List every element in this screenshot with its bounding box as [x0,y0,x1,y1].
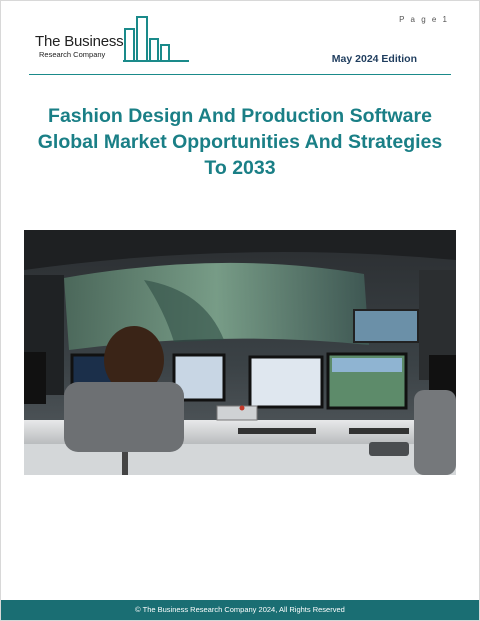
footer-copyright: © The Business Research Company 2024, Al… [1,600,479,620]
report-title-line-3: To 2033 [204,157,276,179]
logo-name-line1: The Business [35,33,124,50]
page-number: P a g e 1 [399,15,449,24]
report-title: Fashion Design And Production Software G… [21,103,459,181]
logo-name-line2: Research Company [39,50,106,59]
header-divider [29,74,451,75]
logo-bars-icon [123,16,189,62]
company-logo: The Business Research Company [35,15,195,63]
report-title-line-1: Fashion Design And Production Software [48,105,432,127]
control-room-illustration [24,230,456,475]
report-title-line-2: Global Market Opportunities And Strategi… [37,131,443,153]
cover-photo [24,230,456,475]
edition-label: May 2024 Edition [331,53,417,65]
